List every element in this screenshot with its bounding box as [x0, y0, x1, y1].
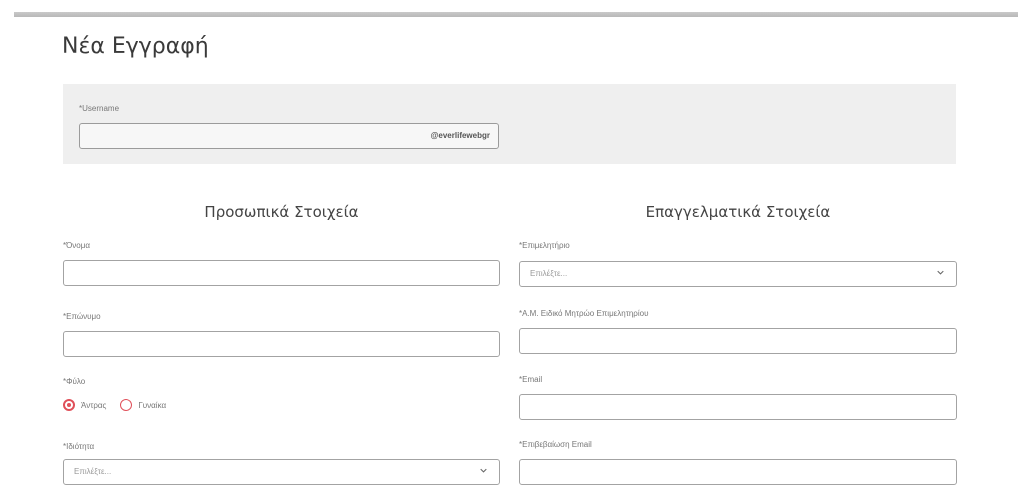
- username-input[interactable]: @everlifewebgr: [79, 123, 499, 149]
- username-domain-suffix: @everlifewebgr: [430, 131, 490, 140]
- professional-section-heading: Επαγγελματικά Στοιχεία: [645, 203, 831, 221]
- chevron-down-icon: [480, 468, 487, 473]
- specialty-select[interactable]: Επιλέξτε...: [63, 459, 500, 485]
- gender-label: *Φύλο: [63, 377, 86, 386]
- gender-option-male[interactable]: Άντρας: [63, 399, 106, 411]
- gender-option-male-label: Άντρας: [81, 400, 107, 410]
- email-confirm-label: *Επιβεβαίωση Email: [519, 440, 592, 449]
- chevron-down-icon: [937, 270, 944, 275]
- radio-checked-icon[interactable]: [63, 399, 75, 411]
- chamber-label: *Επιμελητήριο: [519, 241, 570, 250]
- specialty-select-value: Επιλέξτε...: [74, 467, 112, 476]
- email-label: *Email: [519, 375, 543, 384]
- last-name-input[interactable]: [63, 331, 500, 357]
- registry-id-input[interactable]: [519, 328, 957, 354]
- first-name-input[interactable]: [63, 260, 500, 286]
- first-name-label: *Όνομα: [63, 241, 90, 250]
- chamber-select[interactable]: Επιλέξτε...: [519, 261, 957, 287]
- chamber-select-value: Επιλέξτε...: [530, 269, 568, 278]
- gender-radio-group: Άντρας Γυναίκα: [63, 396, 180, 414]
- username-panel: *Username @everlifewebgr: [63, 84, 956, 164]
- radio-unchecked-icon[interactable]: [120, 399, 133, 411]
- specialty-label: *Ιδιότητα: [63, 442, 95, 451]
- personal-section-heading: Προσωπικά Στοιχεία: [204, 203, 359, 221]
- top-divider: [14, 12, 1018, 17]
- registry-id-label: *Α.Μ. Ειδικό Μητρώο Επιμελητηρίου: [519, 309, 649, 318]
- username-label: *Username: [79, 104, 120, 113]
- page-title: Νέα Εγγραφή: [62, 34, 209, 59]
- gender-option-female[interactable]: Γυναίκα: [120, 399, 166, 411]
- email-input[interactable]: [519, 394, 957, 420]
- gender-option-female-label: Γυναίκα: [138, 400, 167, 410]
- last-name-label: *Επώνυμο: [63, 312, 101, 321]
- email-confirm-input[interactable]: [519, 459, 957, 485]
